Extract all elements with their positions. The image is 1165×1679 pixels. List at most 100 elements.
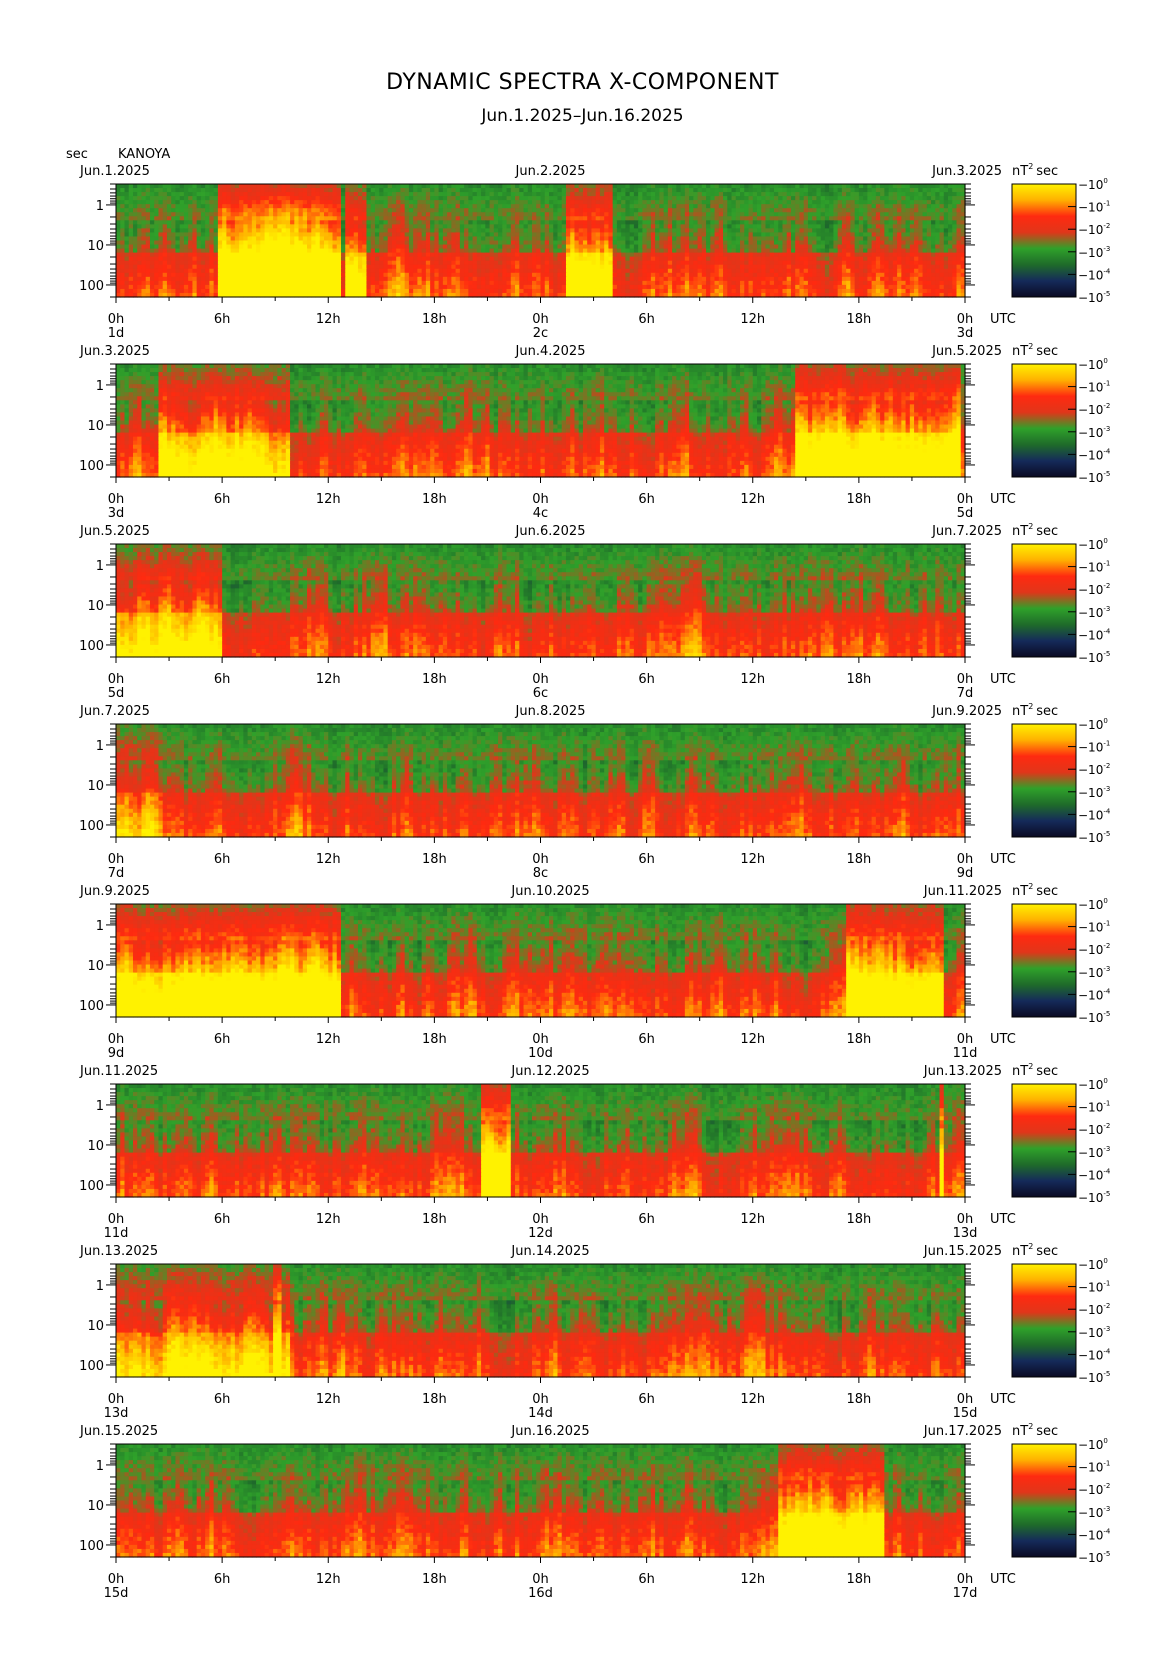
- spectrum-cell: [680, 260, 686, 266]
- spectrum-cell: [655, 268, 660, 274]
- spectrum-cell: [659, 204, 665, 209]
- spectrum-cell: [544, 232, 550, 238]
- spectrum-cell: [697, 216, 703, 221]
- spectrum-cell: [952, 276, 958, 282]
- spectrum-cell: [790, 188, 796, 193]
- spectrum-cell: [723, 240, 728, 246]
- spectrum-cell: [841, 268, 847, 274]
- spectrum-cell: [829, 264, 834, 270]
- spectrum-cell: [744, 220, 750, 225]
- spectrum-cell: [175, 256, 181, 262]
- spectrum-cell: [807, 264, 813, 270]
- spectrum-cell: [171, 192, 177, 197]
- spectrum-cell: [357, 204, 363, 209]
- spectrum-cell: [778, 240, 784, 246]
- spectrum-cell: [362, 192, 368, 197]
- spectrum-cell: [731, 208, 737, 213]
- spectrum-cell: [875, 248, 881, 254]
- spectrum-cell: [264, 252, 270, 258]
- spectrum-cell: [196, 280, 202, 286]
- spectrum-cell: [952, 212, 958, 217]
- spectrum-cell: [268, 276, 274, 282]
- spectrum-cell: [582, 240, 588, 246]
- spectrum-cell: [196, 248, 202, 254]
- spectrum-cell: [345, 200, 351, 205]
- spectrum-cell: [625, 192, 631, 197]
- spectrum-cell: [459, 236, 465, 242]
- spectrum-cell: [909, 196, 915, 201]
- spectrum-cell: [629, 220, 635, 225]
- spectrum-cell: [285, 188, 291, 193]
- spectrum-cell: [192, 248, 198, 254]
- spectrum-cell: [786, 236, 792, 242]
- spectrum-cell: [799, 248, 805, 254]
- spectrum-cell: [532, 192, 537, 197]
- spectrum-cell: [765, 272, 771, 278]
- spectrum-cell: [570, 204, 576, 209]
- spectrum-cell: [888, 276, 894, 282]
- spectrum-cell: [141, 184, 147, 189]
- spectrum-cell: [833, 260, 839, 266]
- spectrum-cell: [769, 208, 775, 213]
- spectrum-cell: [527, 236, 533, 242]
- spectrum-cell: [154, 240, 160, 246]
- spectrum-cell: [128, 220, 134, 225]
- spectrum-cell: [909, 228, 915, 234]
- spectrum-cell: [247, 248, 253, 254]
- spectrum-cell: [345, 224, 351, 229]
- spectrum-cell: [544, 192, 550, 197]
- spectrum-cell: [188, 244, 194, 250]
- spectrum-cell: [519, 260, 525, 266]
- spectrum-cell: [773, 224, 779, 229]
- spectrum-cell: [740, 276, 745, 282]
- spectrum-cell: [854, 192, 860, 197]
- spectrum-cell: [744, 240, 750, 246]
- spectrum-cell: [332, 272, 338, 278]
- spectrum-cell: [561, 216, 567, 221]
- spectrum-cell: [807, 256, 813, 262]
- spectrum-cell: [336, 192, 342, 197]
- spectrum-cell: [574, 200, 580, 205]
- spectrum-cell: [281, 276, 287, 282]
- spectrum-cell: [926, 240, 932, 246]
- spectrum-cell: [120, 232, 126, 238]
- spectrum-cell: [472, 264, 478, 270]
- spectrum-cell: [459, 184, 465, 189]
- spectrum-cell: [871, 276, 877, 282]
- spectrum-cell: [595, 244, 601, 250]
- spectrum-cell: [498, 216, 503, 221]
- spectrum-cell: [875, 236, 881, 242]
- spectrum-cell: [689, 240, 694, 246]
- spectrum-cell: [256, 236, 261, 242]
- spectrum-cell: [383, 200, 389, 205]
- spectrum-cell: [837, 264, 843, 270]
- spectrum-cell: [901, 248, 907, 254]
- spectrum-cell: [752, 228, 758, 234]
- spectrum-cell: [256, 224, 261, 229]
- spectrum-cell: [349, 264, 355, 270]
- spectrum-cell: [931, 228, 936, 234]
- spectrum-cell: [196, 216, 202, 221]
- spectrum-cell: [752, 208, 758, 213]
- spectrum-cell: [625, 276, 631, 282]
- spectrum-cell: [357, 268, 363, 274]
- spectrum-cell: [251, 264, 257, 270]
- spectrum-cell: [430, 268, 435, 274]
- spectrum-cell: [489, 268, 495, 274]
- spectrum-cell: [880, 272, 885, 278]
- spectrum-cell: [413, 192, 418, 197]
- spectrum-cell: [565, 188, 571, 193]
- spectrum-cell: [948, 236, 953, 242]
- spectrum-cell: [710, 188, 716, 193]
- spectrum-cell: [824, 192, 830, 197]
- spectrum-cell: [888, 200, 894, 205]
- spectrum-cell: [612, 240, 618, 246]
- spectrum-cell: [948, 220, 953, 225]
- spectrum-cell: [740, 192, 745, 197]
- spectrum-cell: [209, 264, 215, 270]
- spectrum-cell: [247, 280, 253, 286]
- spectrum-cell: [120, 188, 126, 193]
- spectrum-cell: [871, 248, 877, 254]
- spectrum-cell: [650, 200, 656, 205]
- spectrum-cell: [608, 208, 614, 213]
